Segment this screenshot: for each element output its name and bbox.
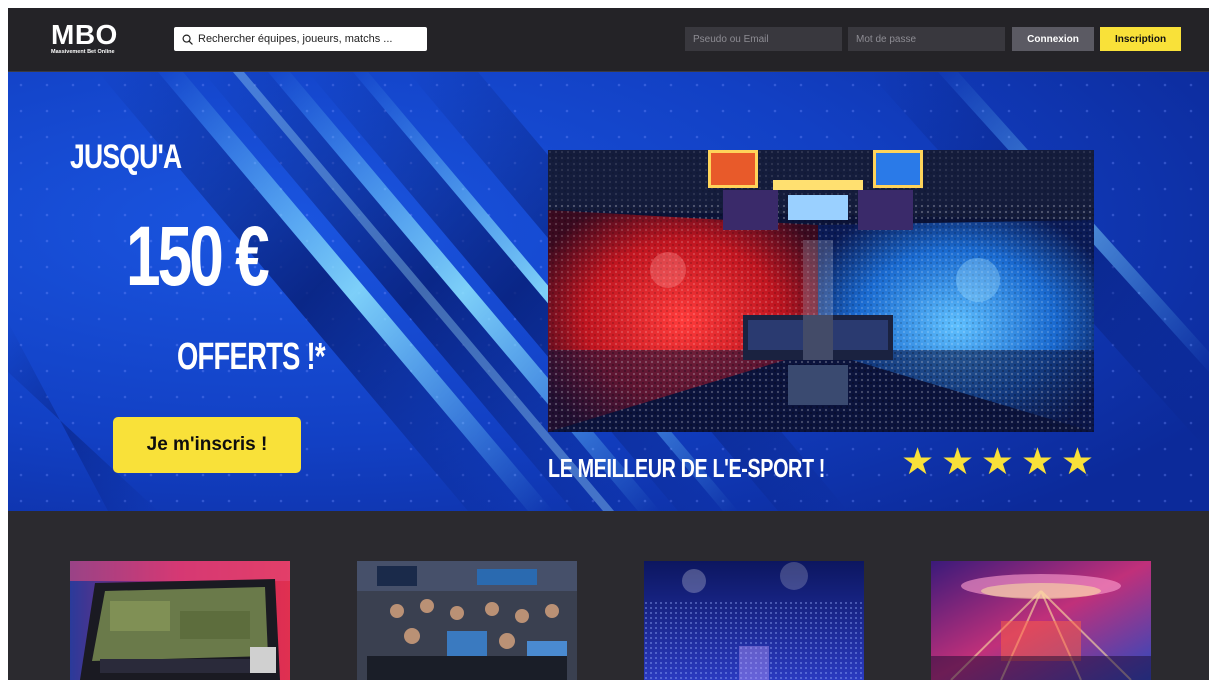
logo[interactable]: MBO Massivement Bet Online bbox=[51, 19, 118, 56]
star-icon: ★ bbox=[901, 440, 935, 483]
star-icon: ★ bbox=[940, 440, 975, 483]
star-icon: ★ bbox=[980, 440, 1015, 483]
page-frame: MBO Massivement Bet Online Connexion Ins… bbox=[8, 8, 1209, 680]
rating-stars: ★ ★ ★ ★ ★ bbox=[901, 442, 1094, 482]
search-input[interactable] bbox=[198, 33, 418, 45]
arena-photo bbox=[548, 150, 1094, 432]
thumbnail-game-screen[interactable] bbox=[70, 561, 290, 680]
logo-subtitle: Massivement Bet Online bbox=[51, 49, 115, 55]
star-icon: ★ bbox=[1020, 440, 1055, 483]
top-navbar: MBO Massivement Bet Online Connexion Ins… bbox=[8, 8, 1209, 72]
username-field[interactable] bbox=[685, 27, 842, 51]
hero-line-offerts: OFFERTS !* bbox=[177, 336, 326, 378]
register-cta-button[interactable]: Je m'inscris ! bbox=[113, 417, 301, 473]
hero-bonus-amount: 150 € bbox=[126, 209, 270, 303]
search-icon bbox=[182, 34, 193, 45]
hero-line-jusqua: JUSQU'A bbox=[70, 138, 182, 176]
login-button[interactable]: Connexion bbox=[1012, 27, 1094, 51]
hero-tagline: LE MEILLEUR DE L'E-SPORT ! bbox=[548, 453, 825, 483]
search-box[interactable] bbox=[174, 27, 427, 51]
signup-button[interactable]: Inscription bbox=[1100, 27, 1181, 51]
thumbnail-arena-crowd[interactable] bbox=[644, 561, 864, 680]
password-field[interactable] bbox=[848, 27, 1005, 51]
hero-banner: JUSQU'A 150 € OFFERTS !* Je m'inscris ! bbox=[8, 72, 1209, 511]
star-icon: ★ bbox=[1060, 440, 1094, 483]
thumbnail-stage-lights[interactable] bbox=[931, 561, 1151, 680]
logo-title: MBO bbox=[51, 19, 118, 50]
thumbnail-lan-event[interactable] bbox=[357, 561, 577, 680]
